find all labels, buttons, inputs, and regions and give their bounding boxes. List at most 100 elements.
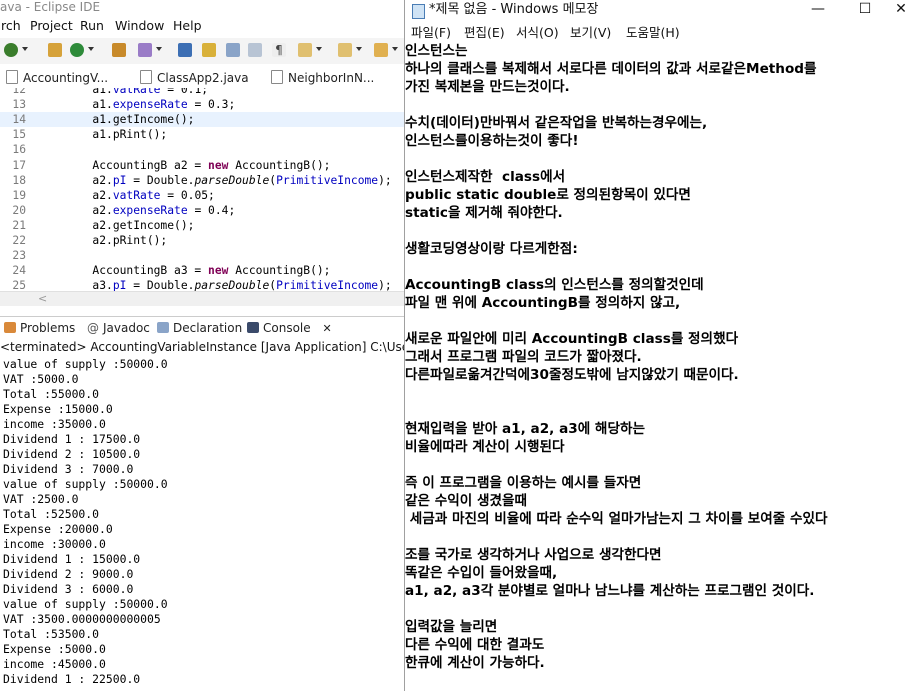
minimize-button[interactable]: — <box>798 0 838 20</box>
close-icon[interactable]: ✕ <box>322 322 331 335</box>
code-text: AccountingB a2 = new AccountingB(); <box>38 158 331 172</box>
back-icon[interactable] <box>374 43 388 57</box>
paragraph-icon[interactable]: ¶ <box>272 43 286 57</box>
code-line[interactable]: 15 a1.pRint(); <box>0 127 404 142</box>
chevron-down-icon[interactable] <box>316 47 322 51</box>
pin-icon[interactable] <box>178 43 192 57</box>
line-number: 21 <box>12 218 26 232</box>
notepad-line: 파일 맨 위에 AccountingB를 정의하지 않고, <box>405 295 681 311</box>
previous-annotation-icon[interactable] <box>338 43 352 57</box>
tab-label: NeighborInN... <box>288 71 375 85</box>
code-line[interactable]: 13 a1.expenseRate = 0.3; <box>0 97 404 112</box>
run-icon[interactable] <box>70 43 84 57</box>
notepad-menu-bar: 파일(F) 편집(E) 서식(O) 보기(V) 도움말(H) <box>405 24 912 42</box>
notepad-line: 인스턴스는 <box>405 43 468 59</box>
code-line[interactable]: 23 <box>0 248 404 263</box>
scroll-left-icon[interactable]: < <box>38 292 47 306</box>
code-line[interactable]: 21 a2.getIncome(); <box>0 218 404 233</box>
code-line[interactable]: 16 <box>0 142 404 157</box>
maximize-button[interactable]: ☐ <box>845 0 885 20</box>
code-line[interactable]: 18 a2.pI = Double.parseDouble(PrimitiveI… <box>0 173 404 188</box>
java-file-icon <box>271 70 283 84</box>
tab-problems[interactable]: Problems <box>4 317 75 339</box>
code-line[interactable]: 25 a3.pI = Double.parseDouble(PrimitiveI… <box>0 278 404 291</box>
notepad-window: *제목 없음 - Windows 메모장 — ☐ ✕ 파일(F) 편집(E) 서… <box>404 0 912 691</box>
line-number: 20 <box>12 203 26 217</box>
line-number: 24 <box>12 264 26 278</box>
console-status: <terminated> AccountingVariableInstance … <box>0 340 404 354</box>
tab-label: Javadoc <box>103 321 150 335</box>
menu-file[interactable]: 파일(F) <box>411 24 451 42</box>
console-output[interactable]: value of supply :50000.0 VAT :5000.0 Total… <box>0 356 404 691</box>
tab-neighborinn[interactable]: NeighborInN... <box>271 69 374 87</box>
declaration-icon <box>157 322 169 333</box>
views-tab-bar: Problems @ Javadoc Declaration Console ✕ <box>0 316 404 339</box>
tab-classapp2[interactable]: ClassApp2.java <box>140 69 249 87</box>
console-line: Dividend 3 : 7000.0 <box>3 462 134 476</box>
line-number: 25 <box>12 279 26 291</box>
code-text: a2.getIncome(); <box>38 218 195 232</box>
tab-declaration[interactable]: Declaration <box>157 317 242 339</box>
console-line: Dividend 3 : 6000.0 <box>3 582 134 596</box>
console-icon <box>247 322 259 333</box>
code-line[interactable]: 19 a2.vatRate = 0.05; <box>0 188 404 203</box>
chevron-down-icon[interactable] <box>392 47 398 51</box>
menu-help[interactable]: 도움말(H) <box>626 24 680 42</box>
code-line[interactable]: 17 AccountingB a2 = new AccountingB(); <box>0 158 404 173</box>
chevron-down-icon[interactable] <box>356 47 362 51</box>
console-line: Dividend 1 : 22500.0 <box>3 672 141 686</box>
open-type-icon[interactable] <box>112 43 126 57</box>
code-editor[interactable]: 12 a1.vatRate = 0.1; 13 a1.expenseRate = … <box>0 88 404 291</box>
debug-icon[interactable] <box>4 43 18 57</box>
line-number: 18 <box>12 173 26 187</box>
menu-search[interactable]: rch <box>1 16 21 36</box>
tab-console[interactable]: Console ✕ <box>247 317 332 339</box>
notepad-line: 똑같은 수입이 들어왔을때, <box>405 565 558 581</box>
notepad-line: 하나의 클래스를 복제해서 서로다른 데이터의 값과 서로같은Method를 <box>405 61 817 77</box>
notepad-line: 인스턴스제작한 class에서 <box>405 169 566 185</box>
notepad-line: 새로운 파일안에 미리 AccountingB class를 정의했다 <box>405 331 739 347</box>
menu-format[interactable]: 서식(O) <box>516 24 559 42</box>
code-line[interactable]: 20 a2.expenseRate = 0.4; <box>0 203 404 218</box>
tab-accountingv[interactable]: AccountingV... <box>6 69 108 87</box>
code-line[interactable]: 14 a1.getIncome(); <box>0 112 404 128</box>
code-line[interactable]: 24 AccountingB a3 = new AccountingB(); <box>0 263 404 278</box>
menu-edit[interactable]: 편집(E) <box>464 24 505 42</box>
menu-project[interactable]: Project <box>30 16 73 36</box>
notepad-line: 세금과 마진의 비율에 따라 순수익 얼마가남는지 그 차이를 보여줄 수있다 <box>405 511 828 527</box>
editor-horizontal-scrollbar[interactable]: < <box>0 291 404 306</box>
menu-window[interactable]: Window <box>115 16 164 36</box>
menu-run[interactable]: Run <box>80 16 104 36</box>
eclipse-window: ava - Eclipse IDE rch Project Run Window… <box>0 0 404 691</box>
console-line: VAT :3500.0000000000005 <box>3 612 161 626</box>
eclipse-title: ava - Eclipse IDE <box>0 0 404 16</box>
search-icon[interactable] <box>138 43 152 57</box>
whitespace-icon[interactable] <box>248 43 262 57</box>
notepad-text-area[interactable]: 인스턴스는하나의 클래스를 복제해서 서로다른 데이터의 값과 서로같은Meth… <box>405 42 912 691</box>
notepad-line: 현재입력을 받아 a1, a2, a3에 해당하는 <box>405 421 645 437</box>
code-line[interactable]: 22 a2.pRint(); <box>0 233 404 248</box>
chevron-down-icon[interactable] <box>156 47 162 51</box>
chevron-down-icon[interactable] <box>22 47 28 51</box>
editor-tab-bar: AccountingV... ClassApp2.java NeighborIn… <box>0 66 404 89</box>
menu-help[interactable]: Help <box>173 16 202 36</box>
close-button[interactable]: ✕ <box>889 0 912 20</box>
code-text: AccountingB a3 = new AccountingB(); <box>38 264 331 278</box>
edit-icon[interactable] <box>202 43 216 57</box>
line-number: 23 <box>12 249 26 263</box>
tab-label: Problems <box>20 321 76 335</box>
line-number: 19 <box>12 188 26 202</box>
console-line: Expense :15000.0 <box>3 402 113 416</box>
code-text: a2.pI = Double.parseDouble(PrimitiveInco… <box>38 173 392 187</box>
new-java-project-icon[interactable] <box>48 43 62 57</box>
block-selection-icon[interactable] <box>226 43 240 57</box>
code-text: a2.expenseRate = 0.4; <box>38 203 236 217</box>
chevron-down-icon[interactable] <box>88 47 94 51</box>
notepad-title-bar: *제목 없음 - Windows 메모장 — ☐ ✕ <box>405 0 912 22</box>
notepad-line: 비율에따라 계산이 시행된다 <box>405 439 565 455</box>
tab-javadoc[interactable]: @ Javadoc <box>87 317 150 339</box>
menu-view[interactable]: 보기(V) <box>570 24 611 42</box>
next-annotation-icon[interactable] <box>298 43 312 57</box>
code-line[interactable]: 12 a1.vatRate = 0.1; <box>0 88 404 97</box>
code-text: a2.vatRate = 0.05; <box>38 188 215 202</box>
